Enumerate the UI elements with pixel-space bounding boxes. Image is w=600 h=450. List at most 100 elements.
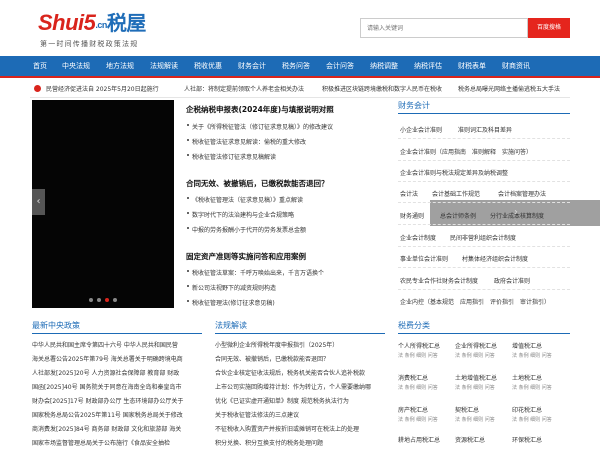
tax-item[interactable]: 企业所得税汇总 [455,341,497,350]
nav-news[interactable]: 财商资讯 [502,56,530,76]
nav-preference[interactable]: 税收优惠 [194,56,222,76]
nav-assess[interactable]: 纳税评估 [414,56,442,76]
search-button[interactable]: 百度搜格 [528,18,570,38]
tax-item[interactable]: 耕地占用税汇总 [398,435,440,444]
accounting-link[interactable]: 政府会计准则 [494,276,530,285]
interpret-item[interactable]: 优化《已证实虚开通知单》制度 规范税务执法行为 [215,396,349,405]
headline-title[interactable]: 企税纳税申报表(2024年度)与填报说明对照 [186,104,334,115]
divider [215,333,385,334]
policy-item[interactable]: 财办会[2025]17号 财政部办公厅 生态环境部办公厅关于 [32,396,183,405]
accounting-link[interactable]: 分行业成本核算制度 [490,211,544,220]
accounting-title: 财务会计 [398,101,430,110]
nav-forms[interactable]: 财税表单 [458,56,486,76]
accounting-link[interactable]: 民间非营利组织会计制度 [450,233,516,242]
tax-sub-links[interactable]: 法 条例 细则 问答 [455,416,495,423]
logo-chinese: 税屋 [106,13,147,35]
policy-item[interactable]: 国家市场监督管理总局关于公布施行《食品安全抽检 [32,438,170,447]
headline-item[interactable]: 税收征管理法(修订征求意见稿) [187,298,275,307]
slider-dot[interactable] [97,298,101,302]
accounting-link[interactable]: 财务通则 [400,211,424,220]
headline-item[interactable]: 税收征管法草案：千呼万唤始出来，千言万语换个 [186,268,324,277]
slider-dot[interactable] [89,298,93,302]
tax-sub-links[interactable]: 法 条例 细则 问答 [512,384,552,391]
accounting-link[interactable]: 总会计师条例 [440,211,476,220]
slider-dot-active[interactable] [105,298,109,302]
headline-title[interactable]: 固定资产准则等实施问答和应用案例 [186,251,306,262]
interpret-item[interactable]: 不征税收入购置资产并按折旧或摊销可在税法上的处理 [215,424,359,433]
policy-item[interactable]: 海关总署公告2025年第79号 海关总署关于明确跨境电商 [32,354,183,363]
central-policy-title[interactable]: 最新中央政策 [32,320,80,331]
tax-item[interactable]: 土地税汇总 [512,373,542,382]
accounting-link[interactable]: 企业内控（基本规范 应用指引 评价指引 审计指引） [400,297,550,306]
policy-item[interactable]: 中华人民共和国主席令第四十六号 中华人民共和国民营 [32,340,178,349]
headline-title[interactable]: 合同无效、被撤销后，已缴税款能否退回？ [186,178,329,189]
accounting-link[interactable]: 企业会计准则（应用指南 准则解释 实施问答） [400,147,532,156]
ticker-item[interactable]: 积极推进区块链跨境缴税和数字人民币在税收 [322,84,442,93]
accounting-link[interactable]: 企业会计制度 [400,233,436,242]
headline-item[interactable]: 关于《所得税征管法（修订征求意见稿）》的修改建议 [186,122,333,131]
nav-interpret[interactable]: 法规解读 [150,56,178,76]
nav-home[interactable]: 首页 [33,56,47,76]
nav-acc-qa[interactable]: 会计问答 [326,56,354,76]
tax-sub-links[interactable]: 法 条例 细则 问答 [512,416,552,423]
tax-item[interactable]: 环保税汇总 [512,435,542,444]
interpret-item[interactable]: 积分兑换、积分互换支付的税务处理问题 [215,438,323,447]
policy-item[interactable]: 国函[2025]40号 国务院关于同意在海南全岛和秦皇岛市 [32,382,182,391]
headline-item[interactable]: 税收征管法修订征求意见稿解读 [186,152,276,161]
accounting-link[interactable]: 会计基础工作规范 [432,189,480,198]
nav-adjust[interactable]: 纳税调整 [370,56,398,76]
ticker-item[interactable]: 人社部：将制定提前领取个人养老金相关办法 [184,84,304,93]
tax-sub-links[interactable]: 法 条例 细则 问答 [455,352,495,359]
tax-item[interactable]: 增值税汇总 [512,341,542,350]
policy-item[interactable]: 人社部发[2025]20号 人力资源社会保障部 教育部 财政 [32,368,179,377]
tax-item[interactable]: 个人所得税汇总 [398,341,440,350]
tax-sub-links[interactable]: 法 条例 细则 问答 [512,352,552,359]
accounting-link[interactable]: 准则词汇及科目差异 [458,125,512,134]
tax-item[interactable]: 消费税汇总 [398,373,428,382]
tax-category-title[interactable]: 税费分类 [398,320,430,331]
policy-item[interactable]: 商消费发[2025]84号 商务部 财政部 文化和旅游部 海关 [32,424,181,433]
headline-item[interactable]: 中报的劳务报酬小于代开的劳务发票总金额 [186,225,306,234]
tax-sub-links[interactable]: 法 条例 细则 问答 [398,416,438,423]
news-ticker: 民营经济促进法自 2025年5月20日起施行 人社部：将制定提前领取个人养老金相… [0,82,600,96]
nav-tax-qa[interactable]: 税务问答 [282,56,310,76]
interpret-item[interactable]: 关于税收征管法修法的三点建议 [215,410,299,419]
interpret-item[interactable]: 小型微利企业所得税年度申报指引（2025年） [215,340,338,349]
nav-accounting[interactable]: 财务会计 [238,56,266,76]
tax-item[interactable]: 印花税汇总 [512,405,542,414]
headline-item[interactable]: 《税收征管理法（征求意见稿）》重点解读 [186,195,303,204]
nav-local[interactable]: 地方法规 [106,56,134,76]
interpret-title[interactable]: 法规解读 [215,320,247,331]
headline-item[interactable]: 税收征管法征求意见解读：偷税的重大修改 [186,137,306,146]
ticker-item[interactable]: 民营经济促进法自 2025年5月20日起施行 [46,84,159,93]
ticker-item[interactable]: 税务总局曝光网络主播偷逃税五大手法 [458,84,560,93]
accounting-link[interactable]: 会计法 [400,189,418,198]
slider-dot[interactable] [113,298,117,302]
chevron-left-icon[interactable]: ‹ [32,189,45,215]
accounting-link[interactable]: 事业单位会计准则 [400,254,448,263]
tax-item[interactable]: 资源税汇总 [455,435,485,444]
tax-item[interactable]: 契税汇总 [455,405,479,414]
policy-item[interactable]: 国家税务总局公告2025年第11号 国家税务总局关于修改 [32,410,183,419]
interpret-item[interactable]: 上市公司实施回购增持计划：作为转让方，个人需要缴纳哪 [215,382,371,391]
accounting-link[interactable]: 企业会计准则与税法规定差异及纳税调整 [400,168,508,177]
tax-sub-links[interactable]: 法 条例 细则 问答 [455,384,495,391]
tax-item[interactable]: 房产税汇总 [398,405,428,414]
logo-text: Shui5 [38,10,96,35]
headline-item[interactable]: 新公司法视野下的减资规则构造 [186,283,276,292]
site-logo[interactable]: Shui5.cn税屋 第一时间传播财税政策法规 [38,10,178,50]
tax-sub-links[interactable]: 法 条例 细则 问答 [398,352,438,359]
tax-sub-links[interactable]: 法 条例 细则 问答 [398,384,438,391]
image-slider[interactable]: ‹ › [32,100,600,308]
accounting-link[interactable]: 会计档案管理办法 [498,189,546,198]
accounting-link[interactable]: 农民专业合作社财务会计制度 [400,276,478,285]
accounting-link[interactable]: 小企业会计准则 [400,125,442,134]
headline-item[interactable]: 数字时代下的法治建构与企业合规策略 [186,210,294,219]
interpret-item[interactable]: 合伙企业核定征收法规后，税务机关能否合伙人追补税款 [215,368,365,377]
accounting-link[interactable]: 村集体经济组织会计制度 [462,254,528,263]
search-input[interactable] [360,18,528,38]
tax-item[interactable]: 土地增值税汇总 [455,373,497,382]
nav-central[interactable]: 中央法规 [62,56,90,76]
interpret-item[interactable]: 合同无效、被撤销后，已缴税款能否退回？ [215,354,329,363]
site-header: Shui5.cn税屋 第一时间传播财税政策法规 百度搜格 [0,0,600,56]
